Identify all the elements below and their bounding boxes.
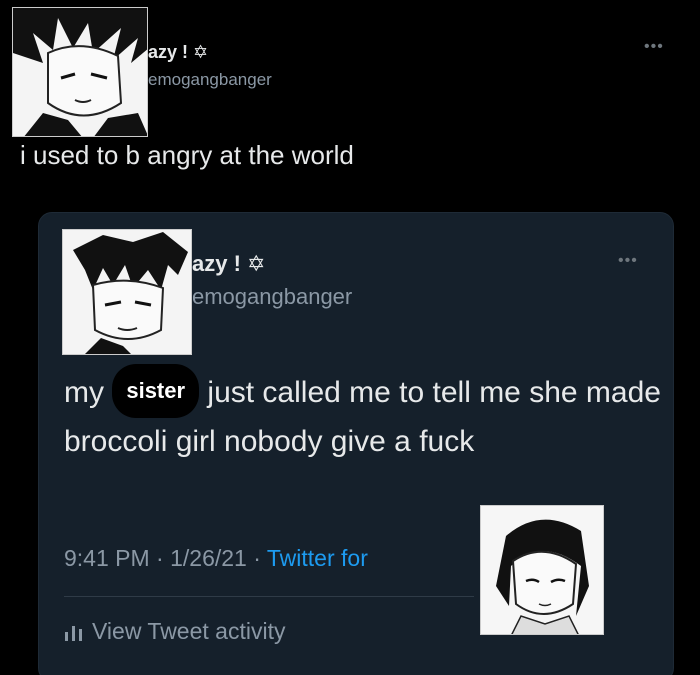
tweet-source-link[interactable]: Twitter for — [267, 545, 368, 571]
avatar[interactable] — [12, 7, 148, 137]
manga-girl-image — [481, 506, 603, 634]
manga-girl-sticker — [480, 505, 604, 635]
tweet-text: my sister just called me to tell me she … — [64, 364, 664, 466]
manga-boy-avatar-image — [63, 230, 191, 354]
view-tweet-activity-link[interactable]: View Tweet activity — [64, 618, 285, 645]
tweet-meta: 9:41 PM · 1/26/21 · Twitter for — [64, 545, 368, 572]
activity-label: View Tweet activity — [92, 618, 286, 644]
tweet-text: i used to b angry at the world — [20, 140, 354, 170]
bar-chart-icon — [65, 626, 82, 641]
tweet-date[interactable]: 1/26/21 — [170, 545, 247, 571]
tweet-text-start: my — [64, 376, 104, 409]
manga-boy-avatar-image — [13, 8, 147, 136]
meta-separator: · — [253, 545, 261, 571]
user-handle[interactable]: emogangbanger — [192, 284, 352, 310]
divider — [64, 596, 474, 597]
user-handle[interactable]: emogangbanger — [148, 70, 272, 90]
meta-separator: · — [156, 545, 164, 571]
redacted-word-badge: sister — [112, 364, 200, 418]
more-horizontal-icon[interactable]: ••• — [618, 252, 638, 270]
display-name[interactable]: azy ! ✡ — [192, 251, 265, 277]
tweet-time[interactable]: 9:41 PM — [64, 545, 150, 571]
more-horizontal-icon[interactable]: ••• — [644, 38, 664, 56]
display-name[interactable]: azy ! ✡ — [148, 42, 208, 63]
avatar[interactable] — [62, 229, 192, 355]
